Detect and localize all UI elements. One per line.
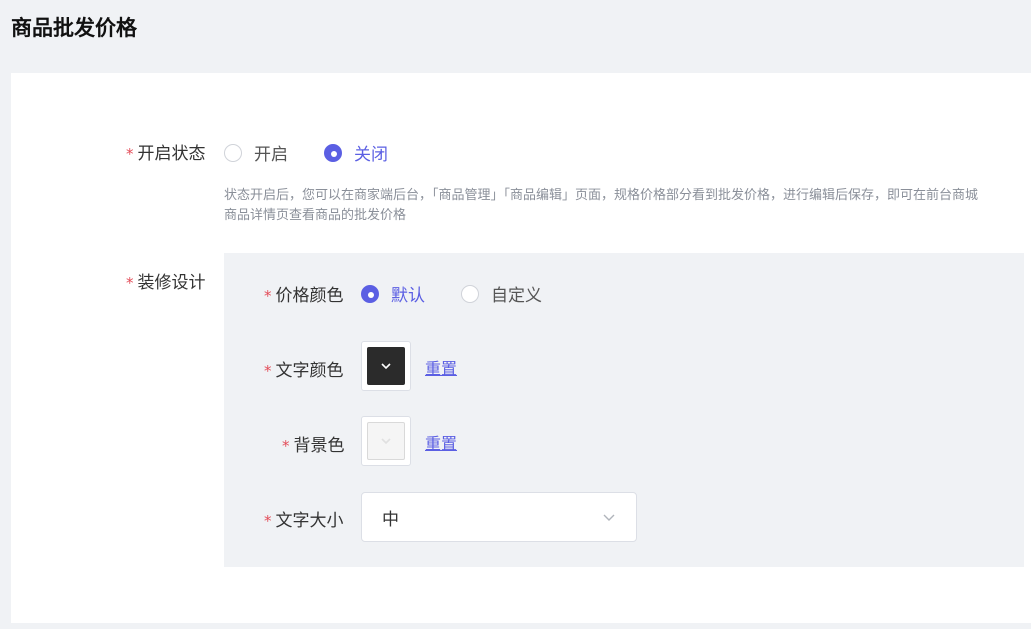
chevron-down-icon	[381, 438, 391, 445]
status-radio-off[interactable]: 关闭	[324, 140, 388, 165]
price-color-label-text: 价格颜色	[275, 286, 344, 306]
bg-color-label: * 背景色	[282, 431, 345, 456]
text-color-swatch	[367, 347, 405, 385]
required-mark: *	[126, 145, 134, 163]
price-color-custom-label: 自定义	[491, 286, 542, 306]
radio-circle-icon	[361, 284, 379, 303]
text-size-label-text: 文字大小	[275, 511, 344, 531]
required-mark: *	[264, 362, 272, 380]
bg-color-swatch	[367, 422, 405, 460]
status-radio-off-label: 关闭	[354, 145, 388, 165]
radio-circle-icon	[461, 284, 479, 303]
chevron-down-icon	[381, 363, 391, 370]
status-help-text: 状态开启后，您可以在商家端后台，「商品管理」「商品编辑」页面，规格价格部分看到批…	[224, 188, 979, 223]
text-size-label: * 文字大小	[264, 506, 344, 531]
design-label-text: 装修设计	[137, 273, 206, 293]
price-color-radio-group: 默认 自定义	[361, 281, 578, 306]
radio-circle-icon	[324, 143, 342, 162]
text-color-reset-link[interactable]: 重置	[425, 355, 457, 379]
status-radio-on-label: 开启	[254, 145, 288, 165]
text-size-select[interactable]: 中	[361, 492, 637, 542]
page-title: 商品批发价格	[11, 16, 137, 40]
required-mark: *	[282, 437, 290, 455]
text-size-select-value: 中	[382, 509, 399, 530]
required-mark: *	[126, 274, 134, 292]
price-color-radio-default[interactable]: 默认	[361, 281, 425, 306]
price-color-label: * 价格颜色	[264, 281, 344, 306]
bg-color-reset-link[interactable]: 重置	[425, 430, 457, 454]
settings-card: * 开启状态 开启 关闭 状态开启后，您可以在商家端后台，「商品管理」「商品编辑」…	[11, 73, 1031, 623]
status-radio-group: 开启 关闭	[224, 140, 424, 165]
required-mark: *	[264, 512, 272, 530]
status-radio-on[interactable]: 开启	[224, 140, 288, 165]
chevron-down-icon	[603, 514, 615, 521]
status-label: * 开启状态	[126, 139, 206, 164]
bg-color-picker[interactable]	[361, 416, 411, 466]
price-color-radio-custom[interactable]: 自定义	[461, 281, 542, 306]
required-mark: *	[264, 287, 272, 305]
status-label-text: 开启状态	[137, 144, 206, 164]
price-color-default-label: 默认	[391, 286, 425, 306]
bg-color-label-text: 背景色	[293, 436, 345, 456]
text-color-label: * 文字颜色	[264, 356, 344, 381]
radio-circle-icon	[224, 143, 242, 162]
text-color-picker[interactable]	[361, 341, 411, 391]
design-label: * 装修设计	[126, 268, 206, 293]
design-panel: * 价格颜色 默认 自定义 * 文字颜色 重置 * 背景色 重置 * 文字大小 …	[224, 253, 1024, 567]
text-color-label-text: 文字颜色	[275, 361, 344, 381]
